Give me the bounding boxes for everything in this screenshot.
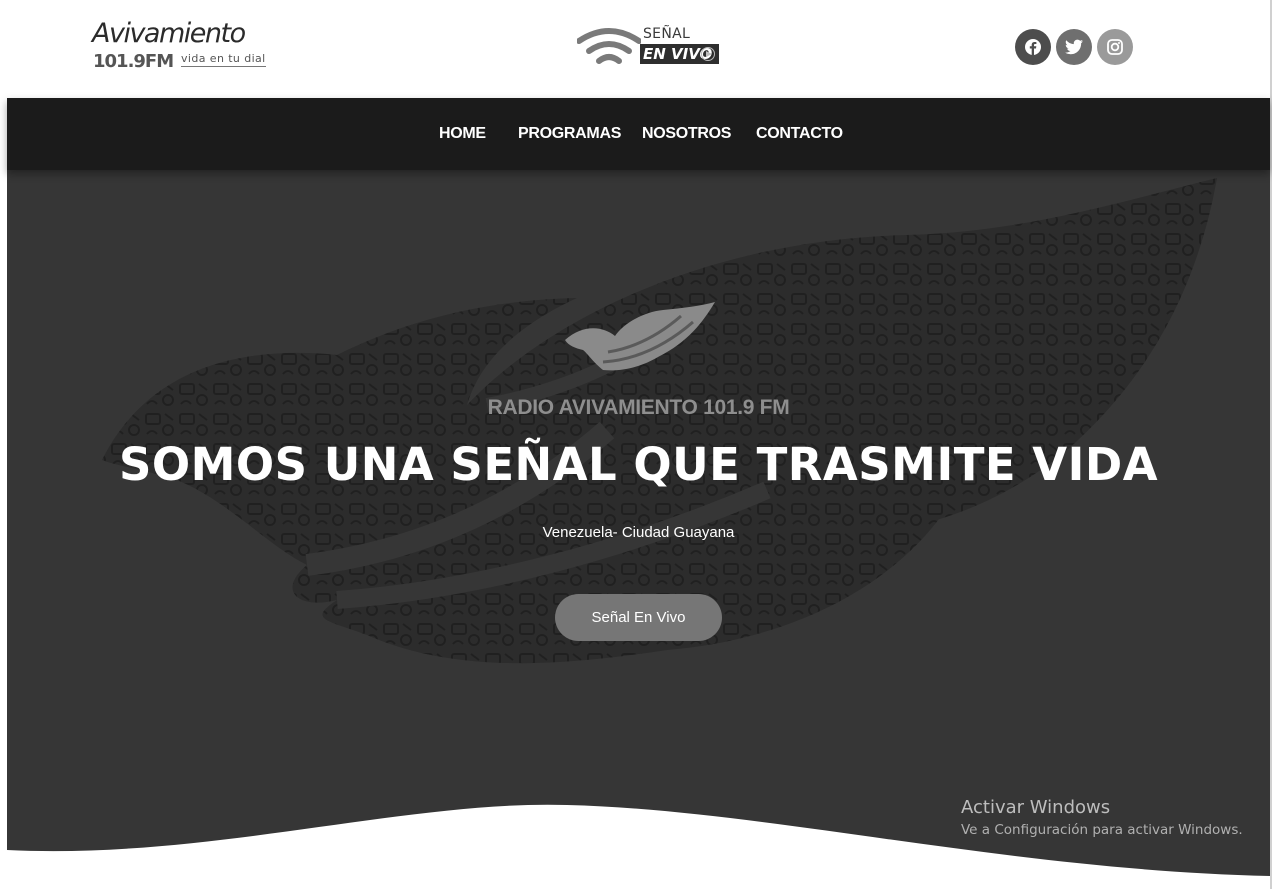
windows-activation-message: Ve a Configuración para activar Windows. — [961, 822, 1243, 838]
instagram-icon — [1107, 39, 1123, 55]
bottom-wave-divider — [7, 804, 1270, 889]
hero-section: RADIO AVIVAMIENTO 101.9 FM SOMOS UNA SEÑ… — [7, 170, 1270, 889]
twitter-link[interactable] — [1056, 29, 1092, 65]
logo-frequency: 101.9FM — [93, 51, 174, 72]
nav-item-contacto[interactable]: CONTACTO — [756, 98, 843, 170]
wifi-signal-icon — [577, 28, 641, 64]
live-badge: EN VIVO — [640, 44, 719, 64]
nav-item-nosotros[interactable]: NOSOTROS — [642, 98, 731, 170]
logo-tagline: vida en tu dial — [181, 52, 266, 67]
live-signal-logo[interactable]: SEÑAL EN VIVO — [577, 25, 722, 67]
windows-activation-title: Activar Windows — [961, 797, 1111, 818]
main-nav: HOME PROGRAMAS NOSOTROS CONTACTO — [7, 98, 1270, 170]
nav-item-home[interactable]: HOME — [439, 98, 486, 170]
nav-item-programas[interactable]: PROGRAMAS — [518, 98, 621, 170]
facebook-link[interactable] — [1015, 29, 1051, 65]
facebook-icon — [1025, 39, 1041, 55]
instagram-link[interactable] — [1097, 29, 1133, 65]
site-header: Avivamiento 101.9FM vida en tu dial SEÑA… — [0, 0, 1272, 98]
play-icon — [701, 47, 715, 61]
site-logo[interactable]: Avivamiento 101.9FM vida en tu dial — [92, 18, 272, 74]
logo-title: Avivamiento — [92, 18, 246, 49]
twitter-icon — [1065, 39, 1083, 55]
live-signal-label: SEÑAL — [643, 26, 691, 42]
page: Avivamiento 101.9FM vida en tu dial SEÑA… — [0, 0, 1272, 889]
